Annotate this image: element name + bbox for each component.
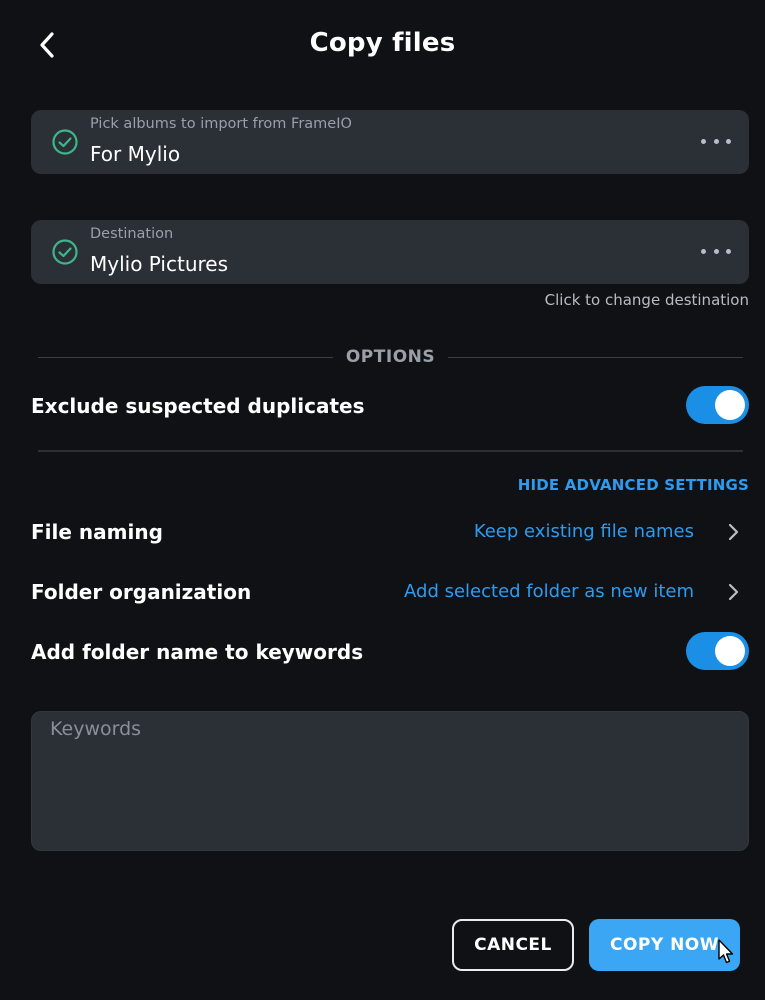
add-folder-keywords-label: Add folder name to keywords (31, 640, 364, 664)
add-folder-keywords-toggle[interactable] (686, 632, 749, 670)
toggle-knob (715, 390, 745, 420)
section-divider (38, 450, 743, 452)
page-title: Copy files (309, 28, 456, 58)
keywords-input[interactable] (31, 711, 749, 851)
folder-organization-label: Folder organization (31, 580, 252, 604)
exclude-duplicates-label: Exclude suspected duplicates (31, 394, 365, 418)
mouse-cursor-icon (718, 939, 734, 964)
destination-value: Mylio Pictures (90, 252, 228, 276)
cancel-button[interactable]: CANCEL (452, 919, 574, 971)
copy-files-screen: Copy files Pick albums to import from Fr… (0, 0, 765, 1000)
destination-field[interactable]: Destination Mylio Pictures (31, 220, 749, 284)
chevron-right-icon[interactable] (725, 582, 741, 602)
check-circle-icon (52, 129, 78, 155)
more-horizontal-icon[interactable] (701, 131, 731, 151)
source-albums-field[interactable]: Pick albums to import from FrameIO For M… (31, 110, 749, 174)
divider-line (448, 357, 743, 358)
check-circle-icon (52, 239, 78, 265)
chevron-right-icon[interactable] (725, 522, 741, 542)
file-naming-label: File naming (31, 520, 163, 544)
options-section-header: OPTIONS (38, 347, 743, 369)
change-destination-hint[interactable]: Click to change destination (545, 291, 749, 309)
more-horizontal-icon[interactable] (701, 241, 731, 261)
source-albums-label: Pick albums to import from FrameIO (90, 116, 352, 132)
hide-advanced-settings-link[interactable]: HIDE ADVANCED SETTINGS (518, 476, 749, 494)
folder-organization-value[interactable]: Add selected folder as new item (404, 581, 694, 602)
toggle-knob (715, 636, 745, 666)
file-naming-value[interactable]: Keep existing file names (474, 521, 694, 542)
destination-label: Destination (90, 226, 174, 242)
exclude-duplicates-toggle[interactable] (686, 386, 749, 424)
source-albums-value: For Mylio (90, 142, 181, 166)
